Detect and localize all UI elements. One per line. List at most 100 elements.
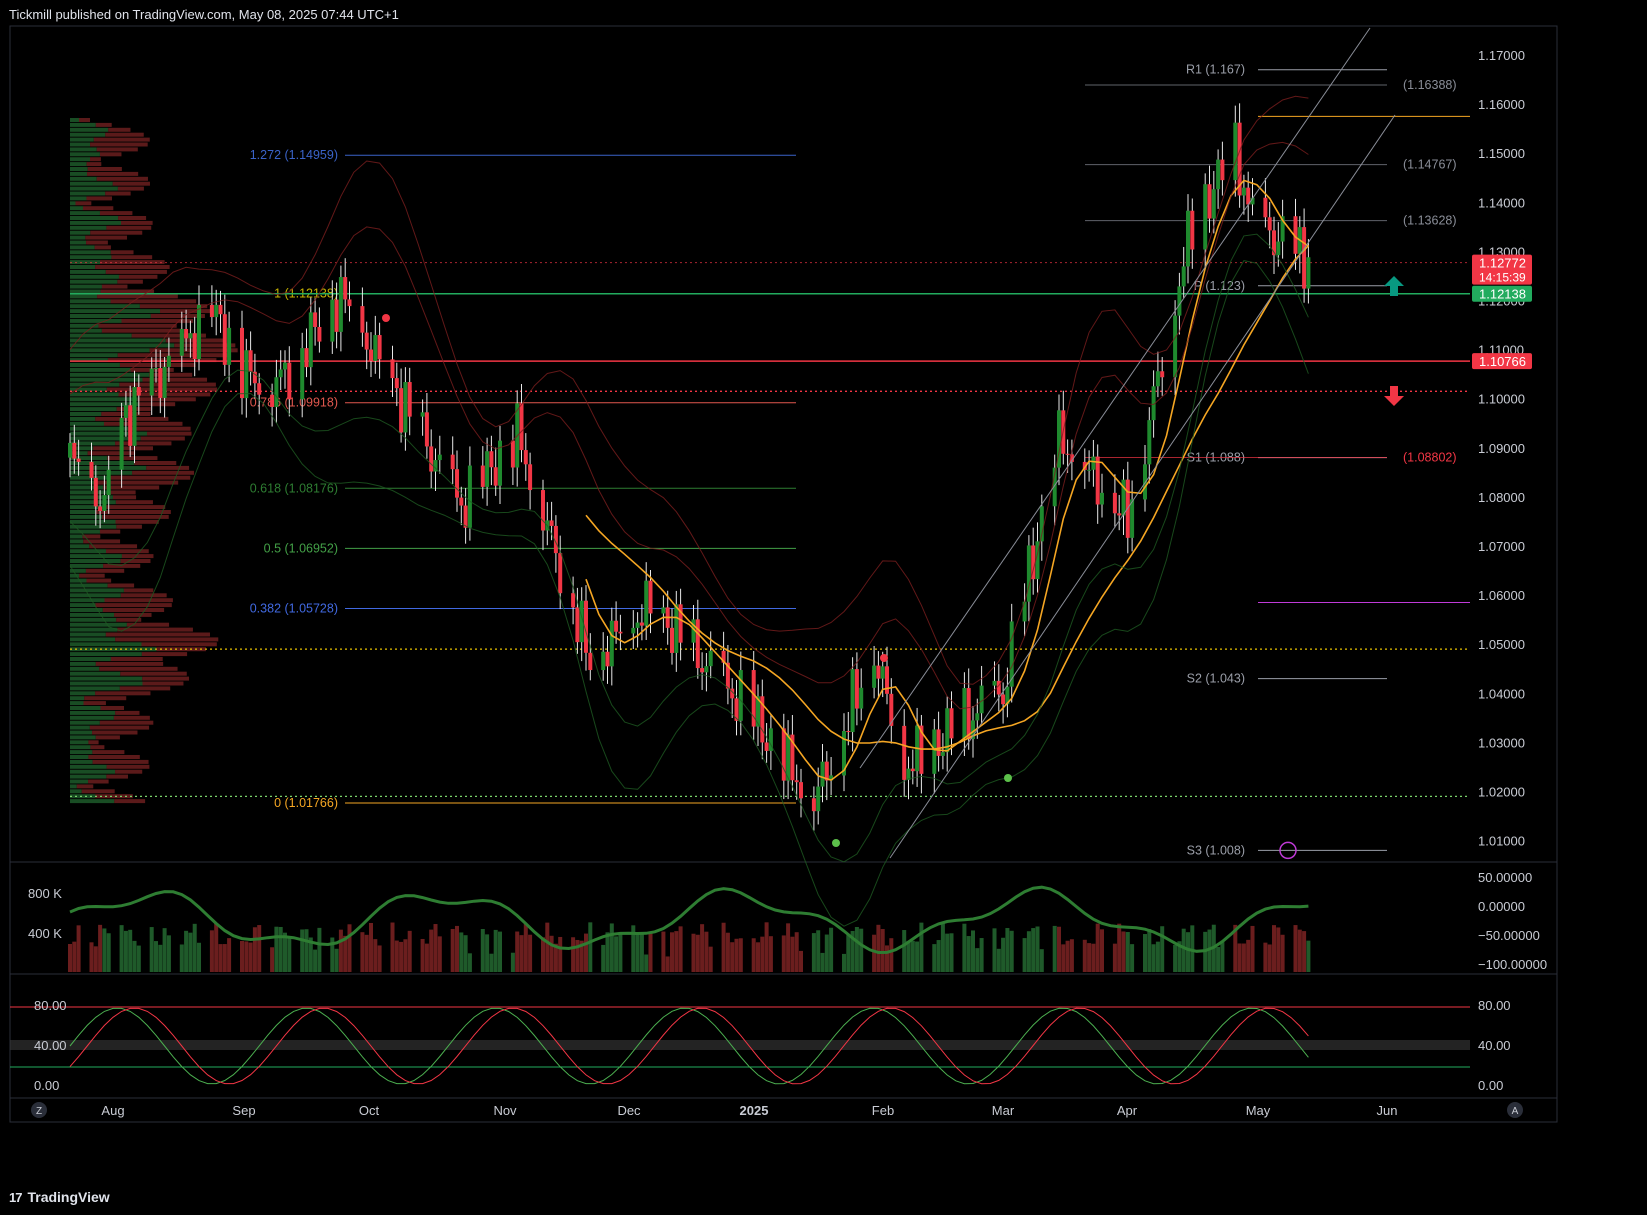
volume-bar bbox=[373, 939, 378, 972]
candle-body bbox=[437, 454, 442, 461]
volume-bar bbox=[369, 922, 373, 972]
x-axis-label: Feb bbox=[872, 1103, 894, 1118]
candle-body bbox=[936, 729, 941, 756]
price-chart[interactable]: 1.170001.160001.150001.140001.130001.120… bbox=[0, 0, 1647, 1215]
price-tick: 1.16000 bbox=[1478, 97, 1525, 112]
candle-body bbox=[1155, 371, 1160, 387]
volume-bar bbox=[1052, 925, 1057, 972]
candle-body bbox=[588, 652, 593, 671]
profile-bar-sell bbox=[111, 255, 153, 260]
candle-body bbox=[510, 440, 515, 468]
stoch-tick-right: 80.00 bbox=[1478, 998, 1511, 1013]
profile-bar-sell bbox=[147, 431, 192, 436]
profile-bar-sell bbox=[95, 691, 151, 696]
profile-bar-sell bbox=[100, 706, 125, 710]
osc-tick: −100.00000 bbox=[1478, 957, 1547, 972]
profile-bar-buy bbox=[70, 588, 124, 593]
profile-bar-buy bbox=[70, 426, 129, 431]
volume-bar bbox=[128, 929, 133, 972]
volume-bar bbox=[1082, 939, 1087, 972]
volume-bar bbox=[1009, 930, 1014, 972]
volume-bar bbox=[794, 932, 799, 972]
profile-bar-sell bbox=[123, 588, 154, 593]
volume-bar bbox=[1302, 931, 1307, 972]
volume-bar bbox=[338, 929, 343, 972]
stoch-mid-zone bbox=[10, 1040, 1470, 1050]
volume-bar bbox=[644, 954, 649, 972]
volume-bar bbox=[1039, 949, 1044, 972]
candle-body bbox=[1211, 189, 1216, 219]
profile-bar-sell bbox=[79, 118, 91, 122]
candle-body bbox=[300, 348, 305, 400]
profile-bar-sell bbox=[113, 715, 150, 720]
profile-bar-sell bbox=[95, 122, 112, 127]
volume-bar bbox=[1267, 944, 1272, 972]
profile-bar-sell bbox=[115, 519, 159, 524]
volume-bar bbox=[252, 927, 257, 972]
profile-bar-buy bbox=[70, 612, 115, 617]
x-axis-label: Aug bbox=[101, 1103, 124, 1118]
profile-bar-buy bbox=[70, 701, 84, 706]
volume-bar bbox=[1026, 931, 1031, 972]
candle-body bbox=[128, 405, 133, 446]
volume-bar bbox=[76, 925, 81, 972]
price-badge-text: 1.10766 bbox=[1479, 354, 1526, 369]
profile-bar-buy bbox=[70, 421, 104, 426]
volume-bar bbox=[317, 927, 322, 972]
candle-body bbox=[1147, 420, 1152, 465]
candle-body bbox=[519, 403, 524, 451]
profile-bar-sell bbox=[115, 710, 140, 715]
zoom-button-label: Z bbox=[36, 1106, 42, 1117]
profile-bar-sell bbox=[105, 191, 131, 196]
volume-bar bbox=[730, 942, 735, 972]
osc-tick: −50.00000 bbox=[1478, 928, 1540, 943]
volume-bar bbox=[313, 949, 318, 972]
profile-bar-buy bbox=[70, 240, 87, 245]
profile-bar-sell bbox=[128, 426, 191, 431]
volume-bar bbox=[760, 936, 765, 972]
profile-bar-buy bbox=[70, 338, 166, 343]
profile-bar-buy bbox=[70, 122, 96, 127]
profile-bar-buy bbox=[70, 314, 151, 318]
profile-bar-buy bbox=[70, 799, 115, 804]
volume-bar bbox=[1121, 931, 1126, 972]
profile-bar-sell bbox=[92, 730, 138, 735]
volume-bar bbox=[197, 942, 201, 972]
profile-bar-sell bbox=[90, 745, 105, 750]
price-tick: 1.06000 bbox=[1478, 588, 1525, 603]
candle-body bbox=[377, 335, 382, 360]
candle-body bbox=[605, 651, 610, 667]
volume-bar bbox=[545, 922, 550, 972]
candle-body bbox=[218, 304, 223, 315]
signal-dot bbox=[880, 654, 888, 662]
profile-bar-buy bbox=[70, 720, 100, 725]
profile-bar-buy bbox=[70, 382, 120, 387]
volume-bar bbox=[971, 930, 975, 972]
volume-bar bbox=[768, 936, 773, 972]
profile-bar-sell bbox=[119, 686, 171, 691]
x-axis-label: Nov bbox=[493, 1103, 517, 1118]
volume-bar bbox=[824, 934, 829, 972]
profile-bar-buy bbox=[70, 318, 122, 323]
candle-body bbox=[98, 506, 103, 511]
candle-body bbox=[1117, 513, 1122, 516]
candle-body bbox=[162, 366, 167, 398]
volume-bar bbox=[68, 944, 72, 972]
price-tick: 1.02000 bbox=[1478, 785, 1525, 800]
profile-bar-sell bbox=[119, 363, 196, 367]
volume-bar bbox=[1147, 929, 1152, 972]
candle-body bbox=[876, 665, 881, 679]
profile-bar-sell bbox=[115, 500, 153, 505]
fib-label: 0.382 (1.05728) bbox=[250, 601, 338, 615]
volume-bar bbox=[240, 941, 244, 972]
candle-body bbox=[480, 465, 485, 487]
volume-bar bbox=[549, 935, 554, 972]
profile-bar-sell bbox=[76, 784, 94, 789]
candle-body bbox=[932, 729, 937, 774]
volume-bar bbox=[214, 923, 219, 972]
volume-bar bbox=[902, 930, 907, 972]
tradingview-logo-icon: 17 bbox=[9, 1189, 23, 1205]
volume-bar bbox=[1087, 943, 1092, 972]
candle-body bbox=[1190, 210, 1195, 250]
profile-bar-sell bbox=[105, 632, 210, 637]
